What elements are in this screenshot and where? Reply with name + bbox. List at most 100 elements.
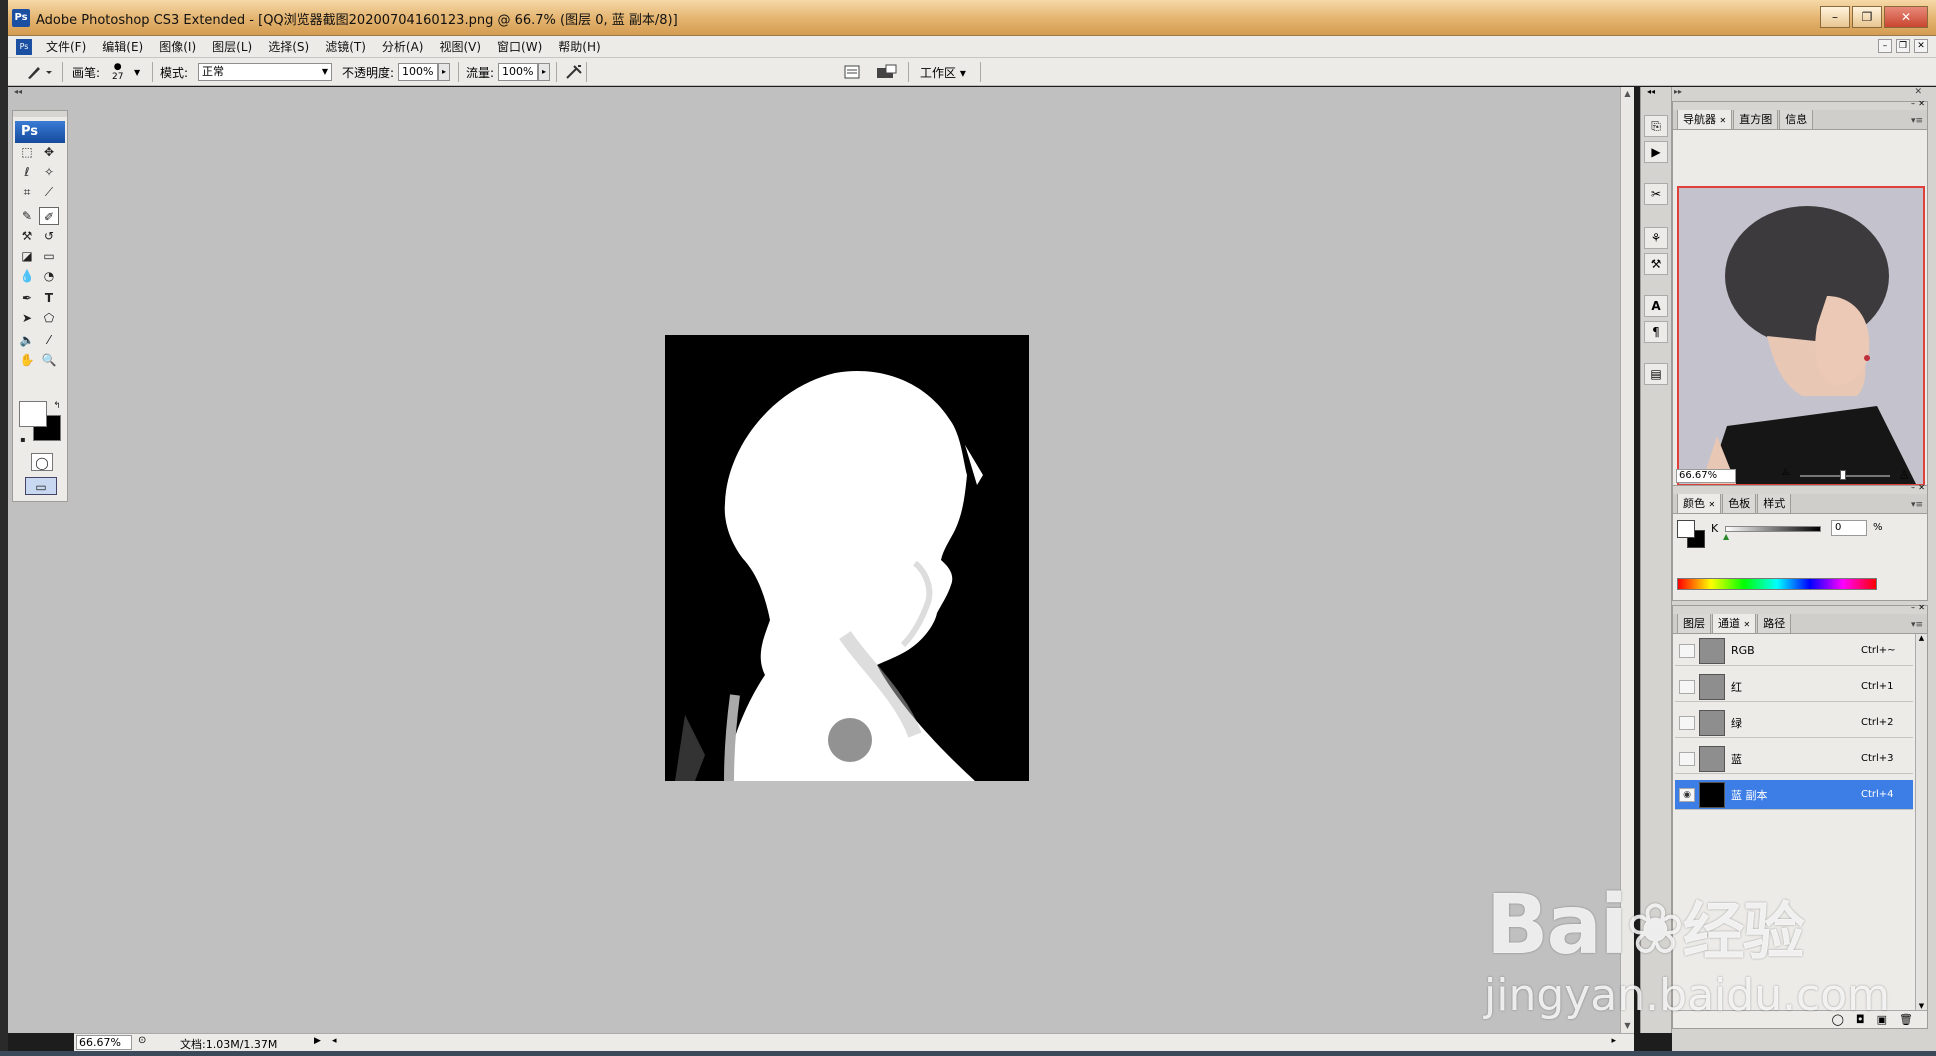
shape-tool-icon[interactable]: ⬠ [39,309,59,327]
color-k-input[interactable]: 0 [1831,520,1867,536]
slice-tool-icon[interactable]: ⟋ [39,183,59,201]
tab-close-icon[interactable]: ✕ [1720,116,1727,125]
tab-swatches[interactable]: 色板 [1722,492,1757,513]
tab-color[interactable]: 颜色 ✕ [1677,492,1722,513]
brush-tool-preset-icon[interactable] [24,58,54,86]
color-menu-icon[interactable]: ▾≡ [1911,500,1923,510]
channel-row-blue-copy[interactable]: ◉ 蓝 副本 Ctrl+4 [1675,780,1913,810]
navigator-close-icon[interactable]: ✕ [1918,99,1925,108]
menu-window[interactable]: 窗口(W) [489,38,550,55]
channel-row-green[interactable]: 绿 Ctrl+2 [1675,708,1913,738]
swap-colors-icon[interactable]: ↰ [47,397,67,415]
menu-file[interactable]: 文件(F) [38,38,94,55]
menu-analysis[interactable]: 分析(A) [374,38,432,55]
screen-mode-icon[interactable]: ▭ [25,477,57,495]
visibility-toggle-icon[interactable] [1679,715,1695,730]
bridge-icon[interactable] [876,58,898,86]
tool-presets-panel-icon[interactable]: ✂ [1644,183,1668,205]
expand-dock-icon[interactable]: ◂◂ [1647,87,1655,96]
tab-navigator[interactable]: 导航器 ✕ [1677,108,1733,129]
flow-input[interactable]: 100% [498,63,538,81]
default-colors-icon[interactable]: ▪ [13,431,33,449]
scroll-up-icon[interactable]: ▲ [1916,634,1927,642]
status-zoom-field[interactable]: 66.67% [76,1035,132,1050]
lasso-tool-icon[interactable]: ℓ [17,163,37,181]
palette-well-icon[interactable] [844,58,860,86]
panels-close-icon[interactable]: ✕ [1914,87,1922,97]
character-panel-icon[interactable]: A [1644,295,1668,317]
channels-minimize-icon[interactable]: – [1911,603,1915,612]
paragraph-panel-icon[interactable]: ¶ [1644,321,1668,343]
channel-row-red[interactable]: 红 Ctrl+1 [1675,672,1913,702]
scroll-down-icon[interactable]: ▼ [1916,1002,1927,1010]
blur-tool-icon[interactable]: 💧 [17,267,37,285]
notes-tool-icon[interactable]: 🔈 [17,331,37,349]
menu-view[interactable]: 视图(V) [431,38,489,55]
visibility-toggle-icon[interactable] [1679,679,1695,694]
scroll-down-icon[interactable]: ▼ [1621,1019,1634,1033]
collapse-panels-icon[interactable]: ▸▸ [1674,87,1682,96]
save-selection-icon[interactable]: ◘ [1856,1013,1865,1026]
brushes-panel-icon[interactable]: ⚘ [1644,227,1668,249]
status-menu-arrow-icon[interactable]: ▶ [314,1036,321,1046]
flow-arrow-icon[interactable]: ▸ [538,63,550,81]
navigator-view-box[interactable] [1677,186,1925,486]
clone-source-panel-icon[interactable]: ⚒ [1644,253,1668,275]
pen-tool-icon[interactable]: ✒ [17,289,37,307]
app-menu-icon[interactable]: Ps [16,38,32,55]
doc-restore-button[interactable]: ❐ [1896,39,1910,53]
opacity-arrow-icon[interactable]: ▸ [438,63,450,81]
healing-brush-tool-icon[interactable]: ✎ [17,207,37,225]
foreground-color-swatch[interactable] [19,401,47,427]
menu-help[interactable]: 帮助(H) [550,38,608,55]
tab-close-icon[interactable]: ✕ [1709,500,1716,509]
new-channel-icon[interactable]: ▣ [1877,1013,1887,1026]
scroll-right-icon[interactable]: ▸ [1611,1036,1616,1046]
visibility-toggle-icon[interactable] [1679,751,1695,766]
history-brush-tool-icon[interactable]: ↺ [39,227,59,245]
slider-triangle-icon[interactable]: ▲ [1723,532,1729,541]
navigator-zoom-field[interactable]: 66.67% [1676,469,1736,483]
scroll-up-icon[interactable]: ▲ [1621,87,1634,101]
status-info-icon[interactable]: ⊙ [138,1035,146,1046]
minimize-button[interactable]: – [1820,6,1850,28]
color-k-slider[interactable] [1725,526,1821,532]
color-spectrum-bar[interactable] [1677,578,1877,590]
channel-row-blue[interactable]: 蓝 Ctrl+3 [1675,744,1913,774]
visibility-toggle-icon[interactable] [1679,643,1695,658]
zoom-out-icon[interactable]: ◬ [1782,467,1789,477]
layer-comps-panel-icon[interactable]: ▤ [1644,363,1668,385]
color-fg-swatch[interactable] [1677,520,1695,538]
menu-select[interactable]: 选择(S) [260,38,317,55]
brush-tool-icon[interactable]: ✐ [39,207,59,225]
menu-image[interactable]: 图像(I) [151,38,204,55]
navigator-menu-icon[interactable]: ▾≡ [1911,116,1923,126]
tab-info[interactable]: 信息 [1779,108,1814,129]
visibility-eye-icon[interactable]: ◉ [1679,787,1695,802]
eyedropper-tool-icon[interactable]: ⁄ [39,331,59,349]
move-tool-icon[interactable]: ✥ [39,143,59,161]
delete-channel-icon[interactable]: 🗑 [1899,1013,1913,1026]
type-tool-icon[interactable]: T [39,289,59,307]
marquee-tool-icon[interactable]: ⬚ [17,143,37,161]
zoom-tool-icon[interactable]: 🔍 [39,351,59,369]
hand-tool-icon[interactable]: ✋ [17,351,37,369]
quick-mask-icon[interactable]: ◯ [31,453,53,471]
document-canvas-image[interactable] [665,335,1029,781]
tab-styles[interactable]: 样式 [1757,492,1792,513]
tab-channels[interactable]: 通道 ✕ [1712,612,1757,633]
opacity-input[interactable]: 100% [398,63,438,81]
workspace-menu-button[interactable]: 工作区 ▾ [920,64,966,81]
doc-close-button[interactable]: ✕ [1914,39,1928,53]
close-button[interactable]: ✕ [1884,6,1928,28]
menu-layer[interactable]: 图层(L) [204,38,260,55]
channels-menu-icon[interactable]: ▾≡ [1911,620,1923,630]
navigator-zoom-handle[interactable] [1840,470,1846,480]
channels-close-icon[interactable]: ✕ [1918,603,1925,612]
airbrush-icon[interactable] [564,58,584,86]
maximize-button[interactable]: ❐ [1852,6,1882,28]
brush-picker[interactable]: ● 27 [112,58,123,86]
tab-layers[interactable]: 图层 [1677,612,1711,633]
color-minimize-icon[interactable]: – [1911,483,1915,492]
channels-scrollbar[interactable]: ▲ ▼ [1915,634,1927,1010]
